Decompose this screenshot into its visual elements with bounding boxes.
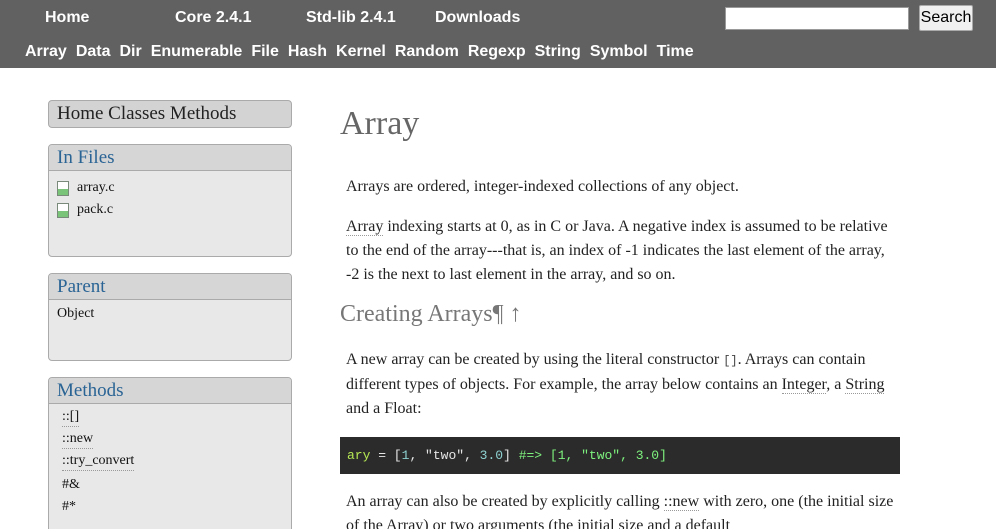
method-link[interactable]: #& xyxy=(62,474,283,496)
classnav-file[interactable]: File xyxy=(251,43,279,61)
file-item[interactable]: pack.c xyxy=(57,199,283,221)
nav-home-link[interactable]: Home xyxy=(45,9,89,27)
code-comment: #=> [1, "two", 3.0] xyxy=(518,448,667,463)
classnav-array[interactable]: Array xyxy=(25,43,67,61)
classnav-random[interactable]: Random xyxy=(395,43,459,61)
page-title: Array xyxy=(340,105,420,142)
sidebar-home-classes-methods[interactable]: Home Classes Methods xyxy=(48,100,292,128)
creating-text: A new array can be created by using the … xyxy=(346,351,724,368)
classnav-string[interactable]: String xyxy=(535,43,581,61)
file-icon xyxy=(57,202,69,218)
code-var: ary xyxy=(347,448,371,463)
classnav-dir[interactable]: Dir xyxy=(120,43,142,61)
file-link[interactable]: array.c xyxy=(77,180,115,196)
code-sep: , xyxy=(464,448,480,463)
creating-text: and a Float: xyxy=(346,400,422,417)
nav-core-link[interactable]: Core 2.4.1 xyxy=(175,9,251,27)
method-link[interactable]: ::[] xyxy=(62,408,80,427)
top-navigation-bar: Home Core 2.4.1 Std-lib 2.4.1 Downloads … xyxy=(0,0,996,68)
method-link[interactable]: ::new xyxy=(62,430,94,449)
nav-downloads-link[interactable]: Downloads xyxy=(435,9,520,27)
in-files-panel: In Files array.c pack.c xyxy=(48,144,292,257)
code-sep: , xyxy=(409,448,426,463)
classnav-regexp[interactable]: Regexp xyxy=(468,43,526,61)
classnav-symbol[interactable]: Symbol xyxy=(590,43,648,61)
new-paragraph: An array can also be created by explicit… xyxy=(340,490,900,529)
nav-stdlib-link[interactable]: Std-lib 2.4.1 xyxy=(306,9,396,27)
indexing-text: indexing starts at 0, as in C or Java. A… xyxy=(346,218,888,283)
indexing-paragraph: Array indexing starts at 0, as in C or J… xyxy=(340,215,900,287)
file-item[interactable]: array.c xyxy=(57,177,283,199)
parent-panel: Parent Object xyxy=(48,273,292,361)
parent-link[interactable]: Object xyxy=(57,306,94,321)
code-string: "two" xyxy=(425,448,465,463)
file-link[interactable]: pack.c xyxy=(77,202,113,218)
method-link[interactable]: ::try_convert xyxy=(62,452,135,471)
classnav-enumerable[interactable]: Enumerable xyxy=(151,43,243,61)
creating-paragraph: A new array can be created by using the … xyxy=(340,348,900,421)
integer-link[interactable]: Integer xyxy=(781,376,827,394)
string-link[interactable]: String xyxy=(845,376,885,394)
classnav-kernel[interactable]: Kernel xyxy=(336,43,386,61)
code-num: 3.0 xyxy=(479,448,504,463)
methods-panel: Methods ::[] ::new ::try_convert #& #* xyxy=(48,377,292,529)
classnav-time[interactable]: Time xyxy=(657,43,694,61)
in-files-heading: In Files xyxy=(49,145,291,171)
search-input[interactable] xyxy=(725,7,909,30)
file-icon xyxy=(57,180,69,196)
creating-text: , a xyxy=(826,376,846,393)
array-link[interactable]: Array xyxy=(346,218,384,236)
section-heading-creating-arrays: Creating Arrays¶ ↑ xyxy=(340,301,522,327)
new-text: An array can also be created by explicit… xyxy=(346,493,664,510)
classnav-hash[interactable]: Hash xyxy=(288,43,327,61)
main-content: Array Arrays are ordered, integer-indexe… xyxy=(340,100,900,529)
search-button[interactable]: Search xyxy=(919,5,973,31)
methods-heading: Methods xyxy=(49,378,291,404)
new-method-link[interactable]: ::new xyxy=(663,493,700,511)
code-eq: = [ xyxy=(370,448,402,463)
code-example: ary = [1, "two", 3.0] #=> [1, "two", 3.0… xyxy=(340,437,900,474)
method-link[interactable]: #* xyxy=(62,496,283,518)
class-navigation: Array Data Dir Enumerable File Hash Kern… xyxy=(25,43,703,61)
classnav-data[interactable]: Data xyxy=(76,43,111,61)
intro-paragraph: Arrays are ordered, integer-indexed coll… xyxy=(346,178,739,195)
inline-code: [] xyxy=(723,354,738,368)
code-close: ] xyxy=(503,448,519,463)
parent-heading: Parent xyxy=(49,274,291,300)
